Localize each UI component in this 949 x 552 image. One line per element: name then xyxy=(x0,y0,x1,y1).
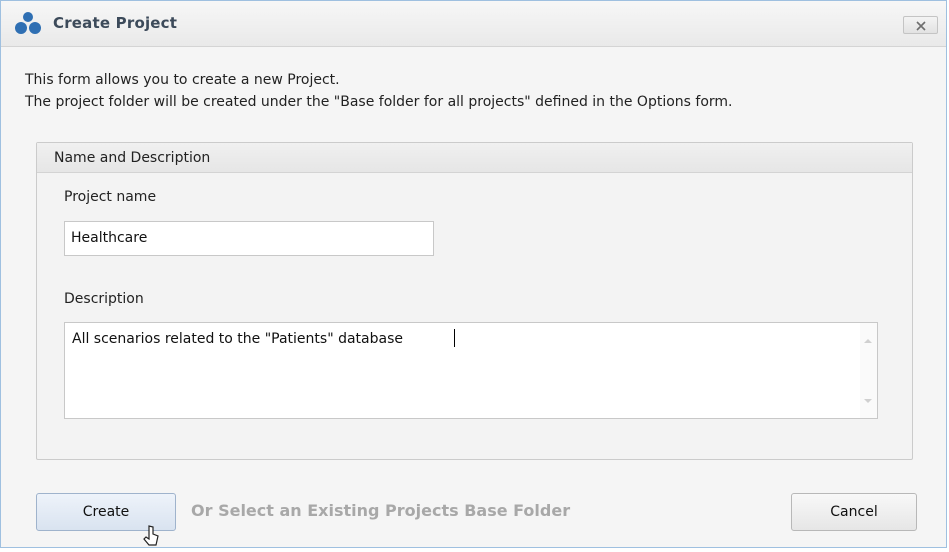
scroll-up-arrow-icon[interactable] xyxy=(864,339,872,343)
project-name-label: Project name xyxy=(64,189,157,205)
select-existing-folder-link[interactable]: Or Select an Existing Projects Base Fold… xyxy=(191,501,570,520)
intro-text: This form allows you to create a new Pro… xyxy=(25,69,733,113)
mouse-cursor-icon xyxy=(141,524,163,548)
dialog-title: Create Project xyxy=(53,14,178,32)
close-icon xyxy=(915,16,927,35)
group-header: Name and Description xyxy=(37,143,912,173)
create-project-dialog: Create Project This form allows you to c… xyxy=(0,0,947,548)
description-label: Description xyxy=(64,291,144,307)
cancel-button[interactable]: Cancel xyxy=(791,493,917,531)
text-caret xyxy=(454,329,455,347)
intro-line-1: This form allows you to create a new Pro… xyxy=(25,72,340,88)
close-button[interactable] xyxy=(903,16,938,34)
title-bar[interactable]: Create Project xyxy=(1,1,946,47)
description-scrollbar[interactable] xyxy=(860,323,877,418)
project-name-input[interactable]: Healthcare xyxy=(64,221,434,256)
scroll-down-arrow-icon[interactable] xyxy=(864,399,872,403)
description-textarea[interactable]: All scenarios related to the "Patients" … xyxy=(64,322,878,419)
group-title: Name and Description xyxy=(54,150,211,166)
app-logo-icon xyxy=(13,11,43,35)
description-text: All scenarios related to the "Patients" … xyxy=(72,331,403,347)
intro-line-2: The project folder will be created under… xyxy=(25,94,733,110)
